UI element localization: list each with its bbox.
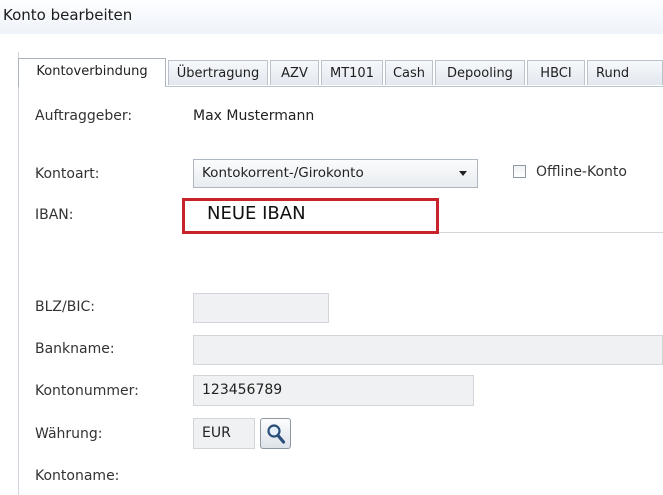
tab-bar: Kontoverbindung Übertragung AZV MT101 Ca… xyxy=(18,58,663,87)
kontoart-selected-value: Kontokorrent-/Girokonto xyxy=(202,165,364,181)
title-bar: Konto bearbeiten xyxy=(0,0,663,34)
tab-azv[interactable]: AZV xyxy=(270,60,319,85)
kontoart-select[interactable]: Kontokorrent-/Girokonto xyxy=(193,159,478,188)
kontonummer-label: Kontonummer: xyxy=(35,383,139,399)
tab-hbci[interactable]: HBCI xyxy=(527,60,585,85)
auftraggeber-label: Auftraggeber: xyxy=(35,108,133,124)
offline-konto-checkbox[interactable] xyxy=(513,165,526,178)
waehrung-value: EUR xyxy=(202,425,231,441)
magnifier-icon xyxy=(267,424,286,444)
window-title: Konto bearbeiten xyxy=(3,6,133,24)
kontonummer-value: 123456789 xyxy=(202,382,283,398)
kontoart-label: Kontoart: xyxy=(35,166,100,182)
iban-label: IBAN: xyxy=(35,207,74,223)
auftraggeber-value: Max Mustermann xyxy=(193,108,315,124)
tab-rund[interactable]: Rund xyxy=(587,60,663,85)
blz-bic-field[interactable] xyxy=(193,293,329,323)
tab-depooling[interactable]: Depooling xyxy=(435,60,525,85)
bankname-field[interactable] xyxy=(193,335,663,365)
waehrung-field[interactable]: EUR xyxy=(193,418,255,449)
tab-uebertragung[interactable]: Übertragung xyxy=(168,60,268,85)
offline-konto-label: Offline-Konto xyxy=(536,164,627,180)
tab-cash[interactable]: Cash xyxy=(385,60,433,85)
tab-kontoverbindung[interactable]: Kontoverbindung xyxy=(18,58,166,87)
iban-input[interactable]: NEUE IBAN xyxy=(207,203,306,224)
waehrung-search-button[interactable] xyxy=(260,418,291,449)
kontonummer-field[interactable]: 123456789 xyxy=(193,375,474,406)
iban-field-underline xyxy=(439,232,663,233)
blz-bic-label: BLZ/BIC: xyxy=(35,299,95,315)
waehrung-label: Währung: xyxy=(35,426,103,442)
chevron-down-icon xyxy=(459,171,467,176)
bankname-label: Bankname: xyxy=(35,341,115,357)
tab-mt101[interactable]: MT101 xyxy=(321,60,383,85)
kontoname-label: Kontoname: xyxy=(35,468,120,484)
